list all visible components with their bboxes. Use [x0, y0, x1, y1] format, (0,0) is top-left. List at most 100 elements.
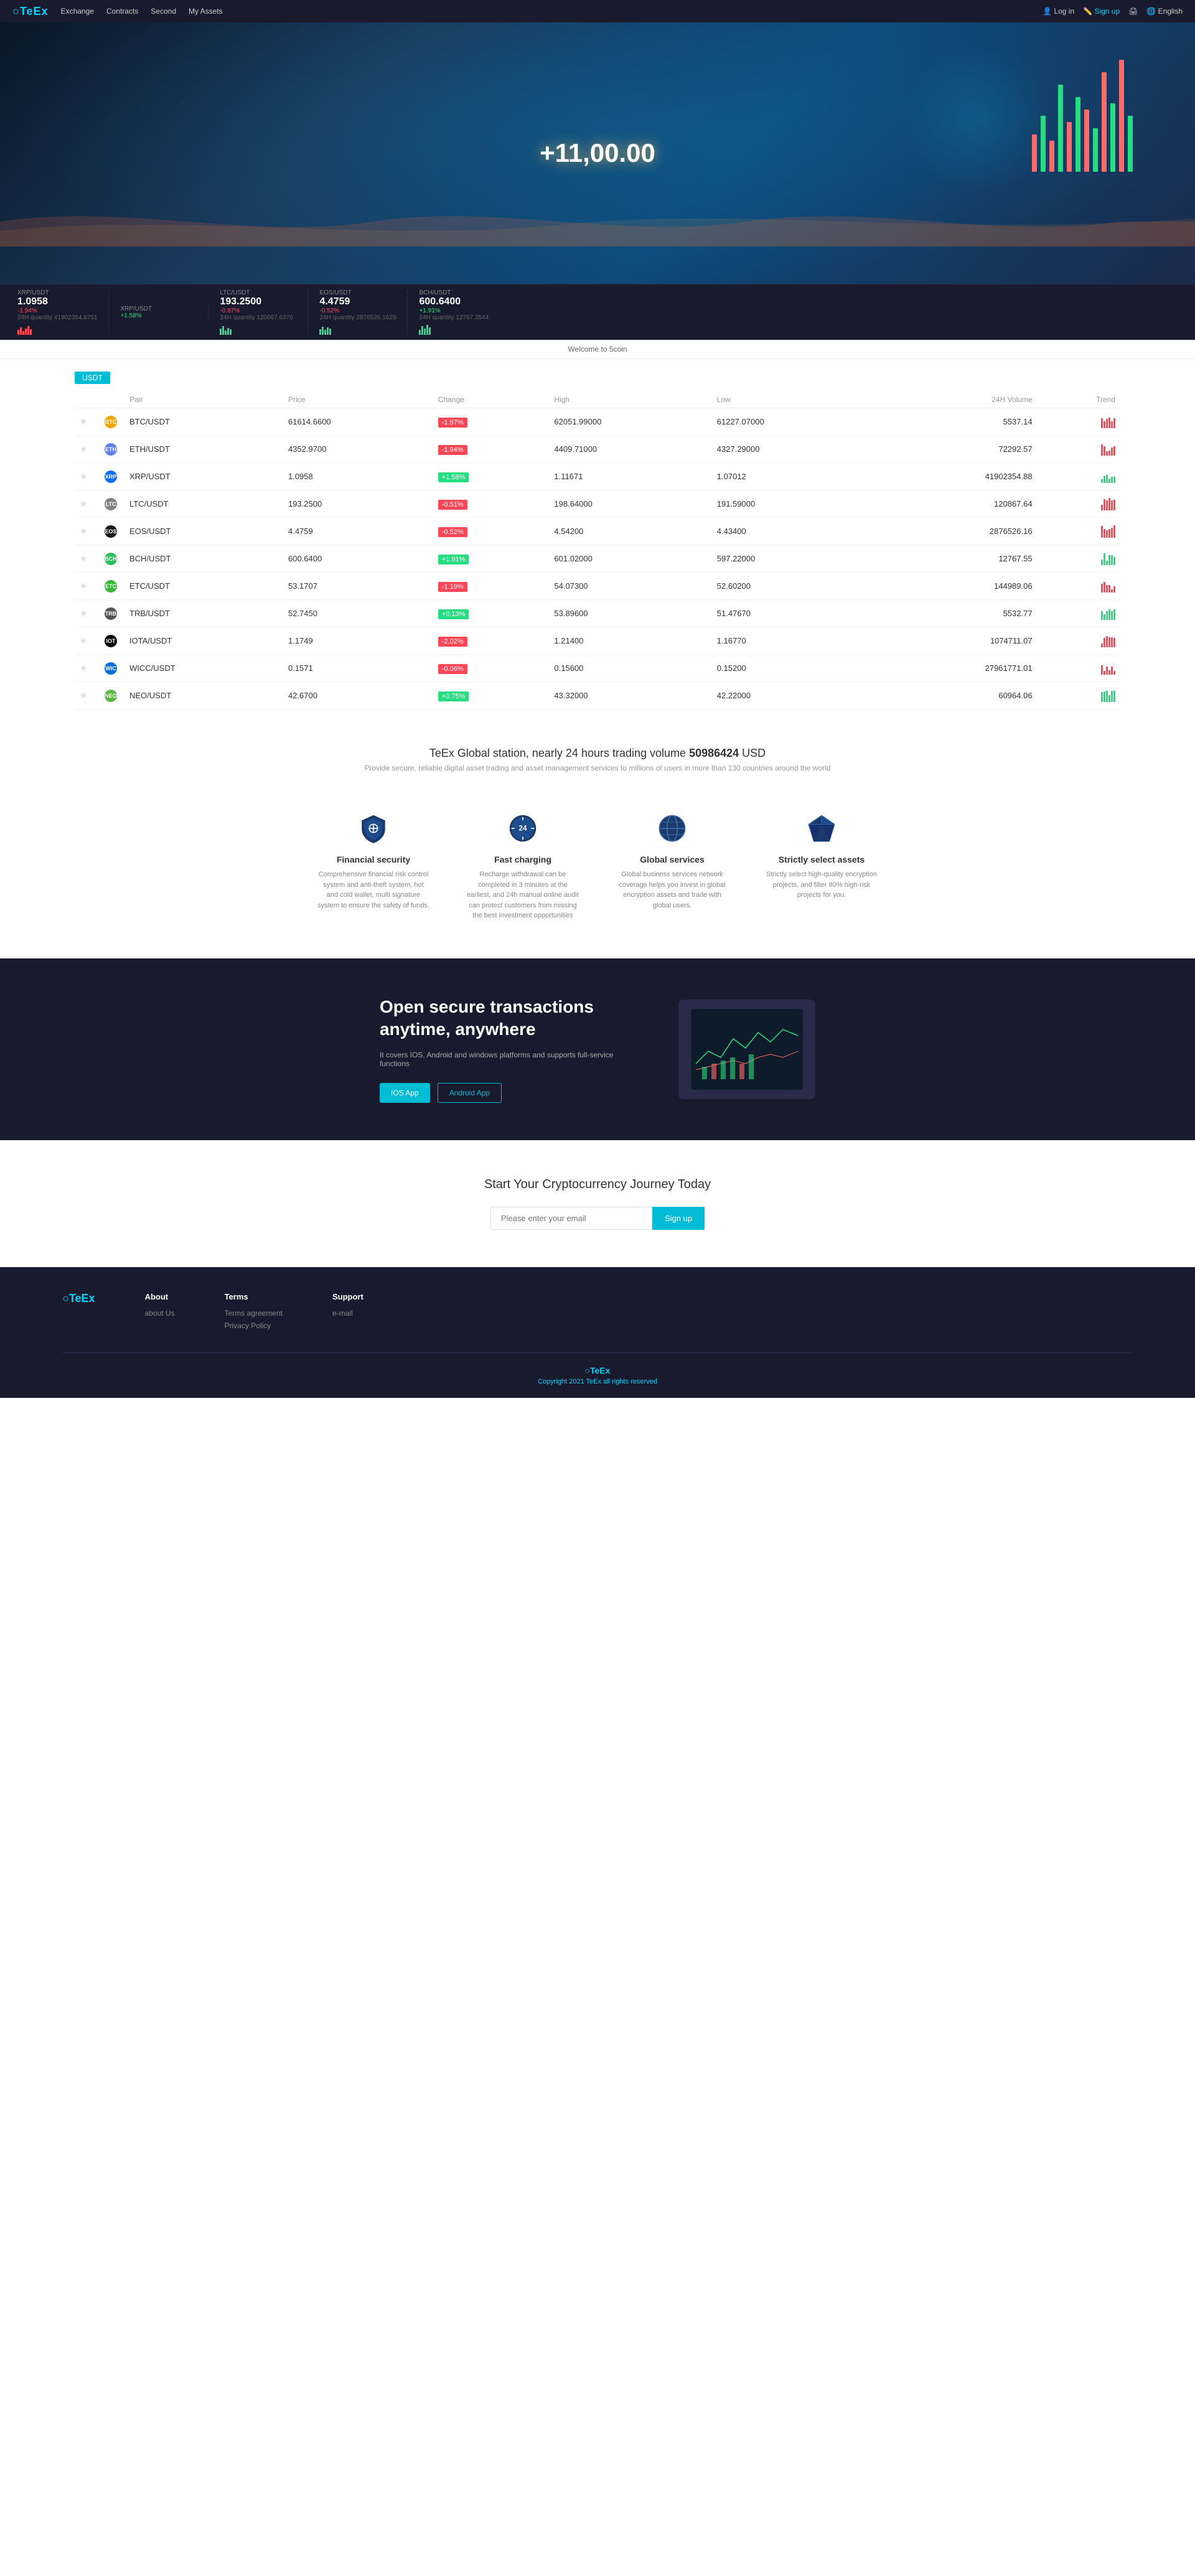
high-cell: 43.32000 [549, 682, 711, 710]
footer-link-privacy[interactable]: Privacy Policy [225, 1321, 283, 1330]
mini-bar [324, 330, 326, 335]
signup-submit-button[interactable]: Sign up [652, 1207, 705, 1230]
android-app-button[interactable]: Android App [438, 1083, 502, 1103]
sparkline [1101, 468, 1115, 483]
table-row[interactable]: ★ EOS EOS/USDT 4.4759 -0.52% 4.54200 4.4… [75, 518, 1120, 545]
coin-name: TRB/USDT [129, 609, 278, 618]
col-header-trend: Trend [1038, 391, 1120, 408]
trend-cell [1038, 682, 1120, 710]
table-row[interactable]: ★ WIC WICC/USDT 0.1571 -0.06% 0.15600 0.… [75, 655, 1120, 682]
mini-bar [329, 329, 331, 335]
star-cell[interactable]: ★ [75, 408, 100, 436]
nav-exchange[interactable]: Exchange [61, 7, 94, 16]
star-cell[interactable]: ★ [75, 655, 100, 682]
table-row[interactable]: ★ ETH ETH/USDT 4352.9700 -1.94% 4409.710… [75, 436, 1120, 463]
signup-button[interactable]: ✏️ Sign up [1083, 7, 1120, 16]
trend-cell [1038, 600, 1120, 627]
table-row[interactable]: ★ NEO NEO/USDT 42.6700 +0.75% 43.32000 4… [75, 682, 1120, 710]
stats-title: TeEx Global station, nearly 24 hours tra… [12, 747, 1183, 760]
hero-amount: +11,00.00 [540, 138, 655, 168]
star-icon[interactable]: ★ [80, 444, 88, 454]
table-row[interactable]: ★ XRP XRP/USDT 1.0958 +1.58% 1.11671 1.0… [75, 463, 1120, 490]
footer-link-about-us[interactable]: about Us [145, 1309, 175, 1318]
usdt-tab[interactable]: USDT [75, 372, 110, 384]
coin-symbol: NEO/USDT [129, 691, 171, 700]
table-row[interactable]: ★ BTC BTC/USDT 61614.6600 -1.97% 62051.9… [75, 408, 1120, 436]
ticker-mini-chart [220, 322, 296, 335]
star-cell[interactable]: ★ [75, 518, 100, 545]
star-icon[interactable]: ★ [80, 553, 88, 563]
coin-icon-cell: ETH [100, 436, 124, 463]
star-cell[interactable]: ★ [75, 682, 100, 710]
email-input[interactable] [490, 1207, 652, 1230]
change-badge: -2.02% [438, 637, 467, 647]
table-row[interactable]: ★ TRB TRB/USDT 52.7450 +0.13% 53.89600 5… [75, 600, 1120, 627]
print-button[interactable]: 🖨 [1128, 7, 1138, 16]
footer-logo: ○TeEx [62, 1292, 95, 1305]
footer-logo-col: ○TeEx [62, 1292, 95, 1334]
change-cell: +1.58% [433, 463, 550, 490]
ticker-item-4[interactable]: BCH/USDT 600.6400 +1.91% 24H quantity 12… [408, 289, 507, 335]
price-cell: 52.7450 [283, 600, 433, 627]
star-icon[interactable]: ★ [80, 635, 88, 645]
ticker-price: 1.0958 [17, 296, 97, 307]
mini-bar [421, 326, 423, 335]
ticker-item-2[interactable]: LTC/USDT 193.2500 -0.87% 24H quantity 12… [209, 289, 308, 335]
star-cell[interactable]: ★ [75, 436, 100, 463]
mini-bar [429, 327, 431, 335]
language-selector[interactable]: 🌐 English [1146, 7, 1183, 16]
app-subtitle: It covers IOS, Android and windows platf… [380, 1051, 629, 1068]
star-icon[interactable]: ★ [80, 416, 88, 426]
mini-bar [30, 329, 32, 335]
star-cell[interactable]: ★ [75, 545, 100, 573]
table-row[interactable]: ★ LTC LTC/USDT 193.2500 -0.51% 198.64000… [75, 490, 1120, 518]
star-cell[interactable]: ★ [75, 573, 100, 600]
nav-myassets[interactable]: My Assets [189, 7, 223, 16]
high-cell: 198.64000 [549, 490, 711, 518]
ticker-change: +1.91% [419, 307, 496, 314]
coin-name-cell: XRP/USDT [124, 463, 283, 490]
coin-icon-cell: BCH [100, 545, 124, 573]
login-button[interactable]: 👤 Log in [1043, 7, 1074, 16]
footer-link-email[interactable]: e-mail [332, 1309, 363, 1318]
table-row[interactable]: ★ BCH BCH/USDT 600.6400 +1.91% 601.02000… [75, 545, 1120, 573]
change-cell: -1.94% [433, 436, 550, 463]
vol-cell: 1074711.07 [874, 627, 1037, 655]
star-icon[interactable]: ★ [80, 499, 88, 508]
logo[interactable]: ○TeEx [12, 5, 49, 18]
footer-bottom: ○TeEx Copyright 2021 TeEx all rights res… [62, 1353, 1133, 1385]
candle-bar [1049, 141, 1054, 172]
footer-link-terms-agreement[interactable]: Terms agreement [225, 1309, 283, 1318]
vol-cell: 41902354.88 [874, 463, 1037, 490]
coin-name: IOTA/USDT [129, 636, 278, 645]
trend-cell [1038, 518, 1120, 545]
star-icon[interactable]: ★ [80, 690, 88, 700]
ticker-item-1[interactable]: XRP/USDT +1.58% [109, 306, 209, 319]
high-cell: 54.07300 [549, 573, 711, 600]
star-icon[interactable]: ★ [80, 663, 88, 673]
coin-name-cell: IOTA/USDT [124, 627, 283, 655]
table-row[interactable]: ★ ETC ETC/USDT 53.1707 -1.19% 54.07300 5… [75, 573, 1120, 600]
ticker-item-0[interactable]: XRP/USDT 1.0958 -1.94% 24H quantity 4190… [6, 289, 109, 335]
nav-contracts[interactable]: Contracts [106, 7, 138, 16]
ticker-item-3[interactable]: EOS/USDT 4.4759 -0.52% 24H quantity 2876… [308, 289, 408, 335]
nav-second[interactable]: Second [151, 7, 176, 16]
diamond-icon [806, 813, 837, 844]
star-icon[interactable]: ★ [80, 608, 88, 618]
star-icon[interactable]: ★ [80, 581, 88, 591]
coin-symbol: BTC/USDT [129, 417, 170, 426]
star-cell[interactable]: ★ [75, 600, 100, 627]
star-icon[interactable]: ★ [80, 471, 88, 481]
trend-cell [1038, 573, 1120, 600]
star-cell[interactable]: ★ [75, 627, 100, 655]
star-cell[interactable]: ★ [75, 490, 100, 518]
table-row[interactable]: ★ IOT IOTA/USDT 1.1749 -2.02% 1.21400 1.… [75, 627, 1120, 655]
star-icon[interactable]: ★ [80, 526, 88, 536]
ios-app-button[interactable]: IOS App [380, 1083, 430, 1103]
col-header-high: High [549, 391, 711, 408]
hero-candles [1032, 47, 1133, 172]
coin-name-cell: LTC/USDT [124, 490, 283, 518]
feature-global-services: Global services Global business services… [616, 810, 728, 921]
low-cell: 61227.07000 [712, 408, 874, 436]
star-cell[interactable]: ★ [75, 463, 100, 490]
